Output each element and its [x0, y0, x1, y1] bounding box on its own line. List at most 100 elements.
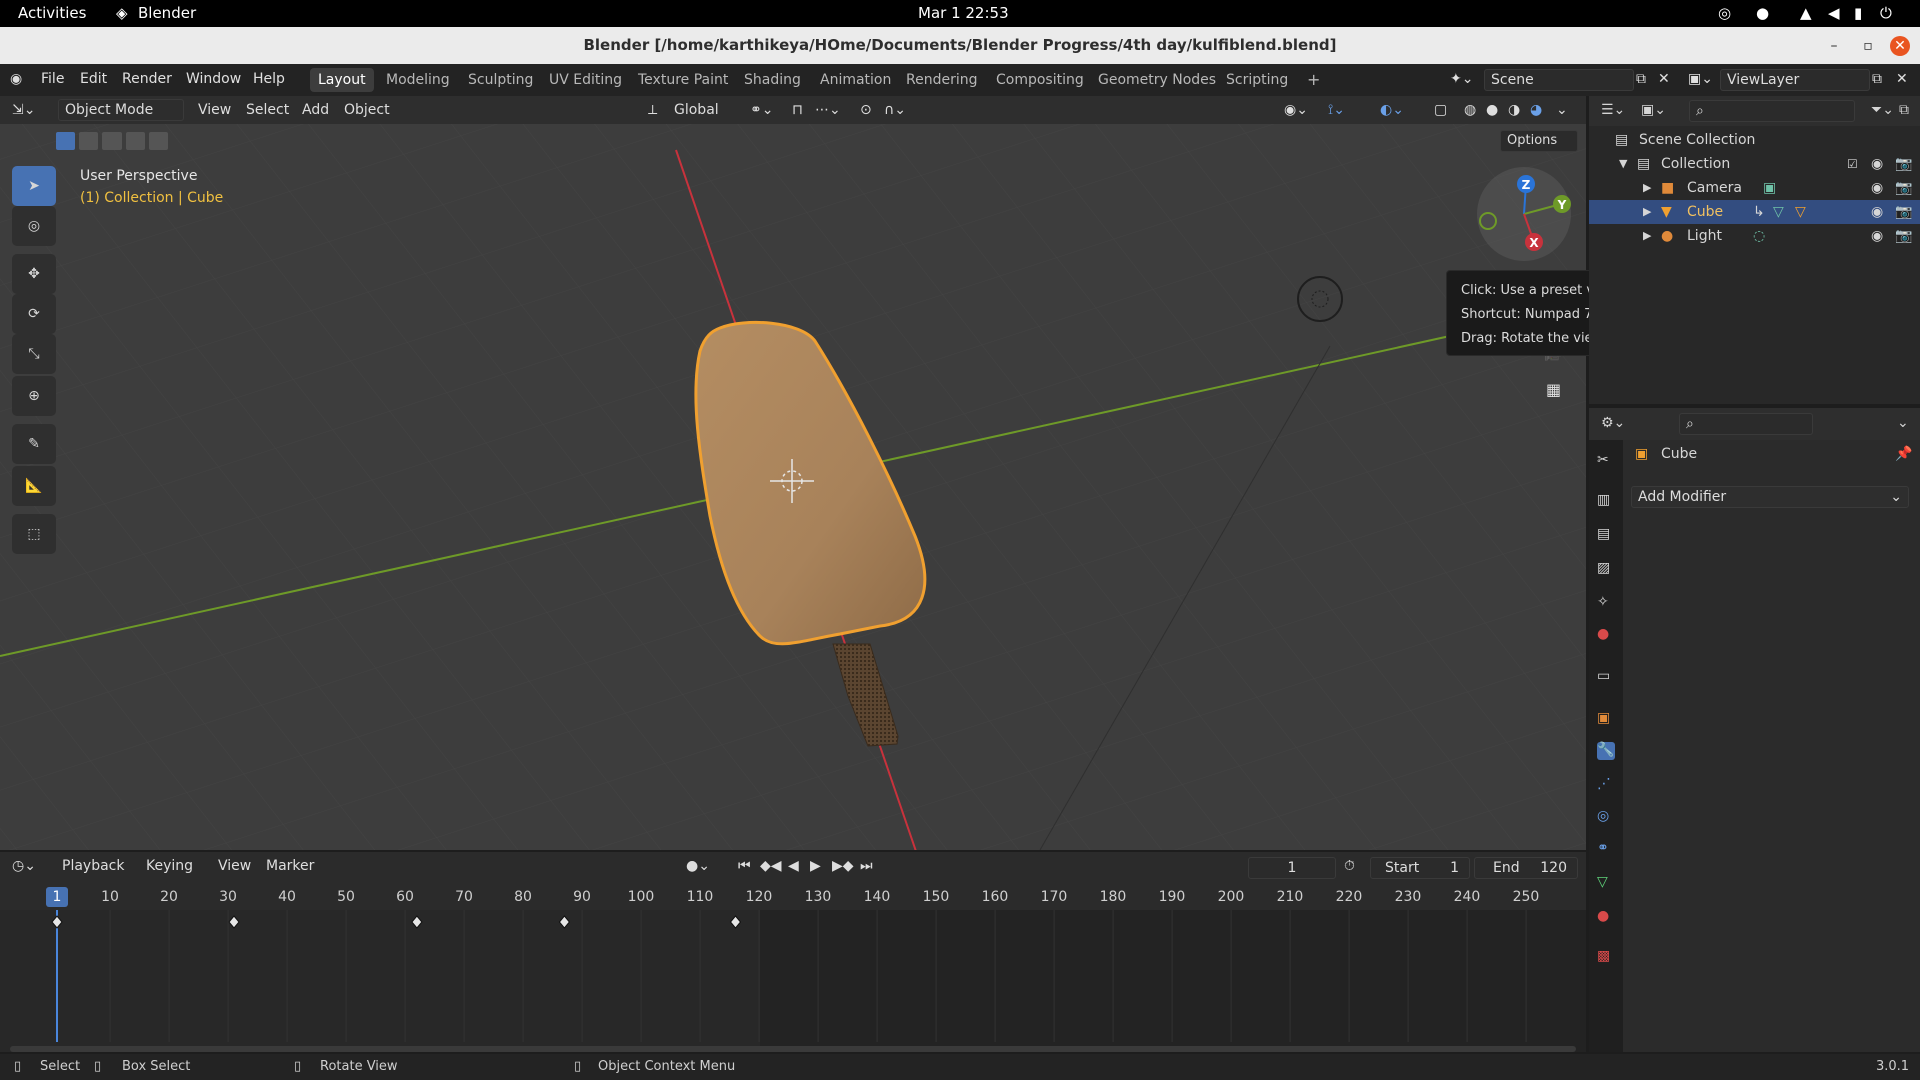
maximize-button[interactable]: ▫ [1858, 36, 1878, 56]
frame-end-field[interactable]: End 120 [1474, 857, 1578, 879]
transform-orientation-selector[interactable]: Global [674, 102, 719, 118]
scene-tab-icon[interactable]: ✧ [1597, 594, 1615, 612]
pivot-point-icon[interactable]: ⚭⌄ [750, 102, 773, 118]
solid-shading-icon[interactable]: ● [1486, 102, 1498, 118]
view-layer-icon[interactable]: ▣⌄ [1688, 71, 1713, 87]
preview-range-icon[interactable]: ⏱ [1344, 858, 1355, 874]
tab-rendering[interactable]: Rendering [898, 68, 986, 92]
tab-geometry-nodes[interactable]: Geometry Nodes [1090, 68, 1224, 92]
material-shading-icon[interactable]: ◑ [1508, 102, 1520, 118]
close-button[interactable]: ✕ [1890, 36, 1910, 56]
menu-render[interactable]: Render [122, 71, 172, 87]
minimize-button[interactable]: – [1824, 36, 1844, 56]
move-tool[interactable]: ✥ [12, 254, 56, 294]
tab-animation[interactable]: Animation [812, 68, 899, 92]
falloff-icon[interactable]: ∩⌄ [884, 102, 906, 118]
ortho-grid-icon[interactable]: ▦ [1546, 380, 1561, 399]
render-camera-icon[interactable]: 📷 [1895, 152, 1912, 176]
tab-texture-paint[interactable]: Texture Paint [630, 68, 736, 92]
menu-help[interactable]: Help [253, 71, 285, 87]
play-icon[interactable]: ▶ [810, 858, 821, 874]
eye-icon[interactable]: ◉ [1871, 200, 1883, 224]
new-scene-icon[interactable]: ⧉ [1636, 71, 1646, 87]
expand-arrow-icon[interactable]: ▶ [1643, 176, 1651, 200]
data-tab-icon[interactable]: ▽ [1597, 874, 1615, 892]
expand-arrow-icon[interactable]: ▶ [1643, 224, 1651, 248]
frame-start-field[interactable]: Start 1 [1370, 857, 1470, 879]
auto-keying-icon[interactable]: ●⌄ [686, 858, 710, 874]
blender-logo-icon[interactable]: ◉ [10, 71, 22, 87]
prev-keyframe-icon[interactable]: ◆◀ [760, 858, 782, 874]
timeline-menu-marker[interactable]: Marker [266, 858, 314, 874]
xray-icon[interactable]: ▢ [1434, 102, 1447, 118]
texture-tab-icon[interactable]: ▩ [1597, 948, 1615, 966]
select-subtract-button[interactable] [102, 132, 122, 150]
select-intersect-button[interactable] [148, 132, 169, 150]
timeline-menu-keying[interactable]: Keying [146, 858, 193, 874]
tab-sculpting[interactable]: Sculpting [460, 68, 541, 92]
outliner-editor-type-icon[interactable]: ☰⌄ [1601, 102, 1625, 118]
wifi-icon[interactable]: ▲ [1800, 4, 1812, 22]
eye-icon[interactable]: ◉ [1871, 224, 1883, 248]
timeline-menu-playback[interactable]: Playback [62, 858, 124, 874]
navigation-gizmo[interactable]: Z Y X [1476, 166, 1576, 266]
object-tab-icon[interactable]: ▣ [1597, 710, 1615, 728]
mesh-data-icon[interactable]: ▽ [1773, 200, 1784, 224]
outliner-search-input[interactable]: ⌕ [1689, 100, 1855, 122]
snap-icon[interactable]: ⊓ [792, 102, 803, 118]
menu-edit[interactable]: Edit [80, 71, 107, 87]
world-tab-icon[interactable]: ● [1597, 626, 1615, 644]
output-tab-icon[interactable]: ▤ [1597, 526, 1615, 544]
new-collection-icon[interactable]: ⧉ [1899, 102, 1909, 118]
tab-compositing[interactable]: Compositing [988, 68, 1092, 92]
collection-tab-icon[interactable]: ▭ [1597, 668, 1615, 686]
status-icon[interactable]: ● [1756, 4, 1769, 22]
material-icon[interactable]: ▽ [1795, 200, 1806, 224]
app-name[interactable]: Blender [138, 4, 196, 22]
jump-end-icon[interactable]: ⏭ [860, 858, 873, 874]
modifier-tab-icon[interactable]: 🔧 [1597, 742, 1615, 760]
clock[interactable]: Mar 1 22:53 [918, 4, 1009, 22]
select-extend-button[interactable] [79, 132, 99, 150]
shading-options-icon[interactable]: ⌄ [1556, 102, 1568, 118]
add-modifier-button[interactable]: Add Modifier ⌄ [1631, 486, 1909, 508]
object-mode-selector[interactable]: Object Mode [58, 99, 184, 121]
pin-icon[interactable]: 📌 [1895, 446, 1912, 462]
viewport-menu-view[interactable]: View [198, 102, 231, 118]
current-frame-field[interactable]: 1 [1248, 857, 1336, 879]
expand-arrow-icon[interactable]: ▼ [1619, 152, 1627, 176]
outliner-row-collection[interactable]: ▼ ▤ Collection ☑ ◉ 📷 [1589, 152, 1920, 176]
delete-view-layer-icon[interactable]: ✕ [1896, 71, 1908, 87]
eye-icon[interactable]: ◉ [1871, 176, 1883, 200]
new-view-layer-icon[interactable]: ⧉ [1872, 71, 1882, 87]
tab-scripting[interactable]: Scripting [1218, 68, 1296, 92]
select-invert-button[interactable] [125, 132, 145, 150]
light-data-icon[interactable]: ◌ [1753, 224, 1765, 248]
eye-icon[interactable]: ◉ [1871, 152, 1883, 176]
render-camera-icon[interactable]: 📷 [1895, 176, 1912, 200]
constraints-tab-icon[interactable]: ⚭ [1597, 840, 1615, 858]
outliner-row-scene-collection[interactable]: ▤ Scene Collection [1589, 128, 1920, 152]
tab-layout[interactable]: Layout [310, 68, 374, 92]
select-new-button[interactable] [56, 132, 76, 150]
camera-data-icon[interactable]: ▣ [1763, 176, 1776, 200]
proportional-edit-icon[interactable]: ⊙ [860, 102, 872, 118]
properties-editor-type-icon[interactable]: ⚙⌄ [1601, 415, 1625, 431]
transform-tool[interactable]: ⊕ [12, 376, 56, 416]
3d-viewport[interactable]: ➤ ◎ ✥ ⟳ ⤡ ⊕ ✎ 📐 ⬚ User Perspective (1) C… [0, 96, 1586, 850]
jump-start-icon[interactable]: ⏮ [738, 858, 751, 874]
particles-tab-icon[interactable]: ⋰ [1597, 776, 1615, 794]
viewport-menu-object[interactable]: Object [344, 102, 390, 118]
delete-scene-icon[interactable]: ✕ [1658, 71, 1670, 87]
material-tab-icon[interactable]: ● [1597, 908, 1615, 926]
activities-button[interactable]: Activities [18, 4, 86, 22]
overlays-icon[interactable]: ◐⌄ [1380, 102, 1404, 118]
outliner-row-cube[interactable]: ▶ ▼ Cube ↳ ▽ ▽ ◉ 📷 [1589, 200, 1920, 224]
viewport-options-button[interactable]: Options [1500, 130, 1578, 152]
modifier-wrench-icon[interactable]: ↳ [1753, 200, 1765, 224]
filter-icon[interactable]: ⏷⌄ [1871, 102, 1894, 118]
tool-tab-icon[interactable]: ✂ [1597, 452, 1615, 470]
timeline-editor-type-icon[interactable]: ◷⌄ [12, 858, 36, 874]
view-layer-selector[interactable]: ViewLayer [1720, 69, 1870, 91]
tab-modeling[interactable]: Modeling [378, 68, 458, 92]
